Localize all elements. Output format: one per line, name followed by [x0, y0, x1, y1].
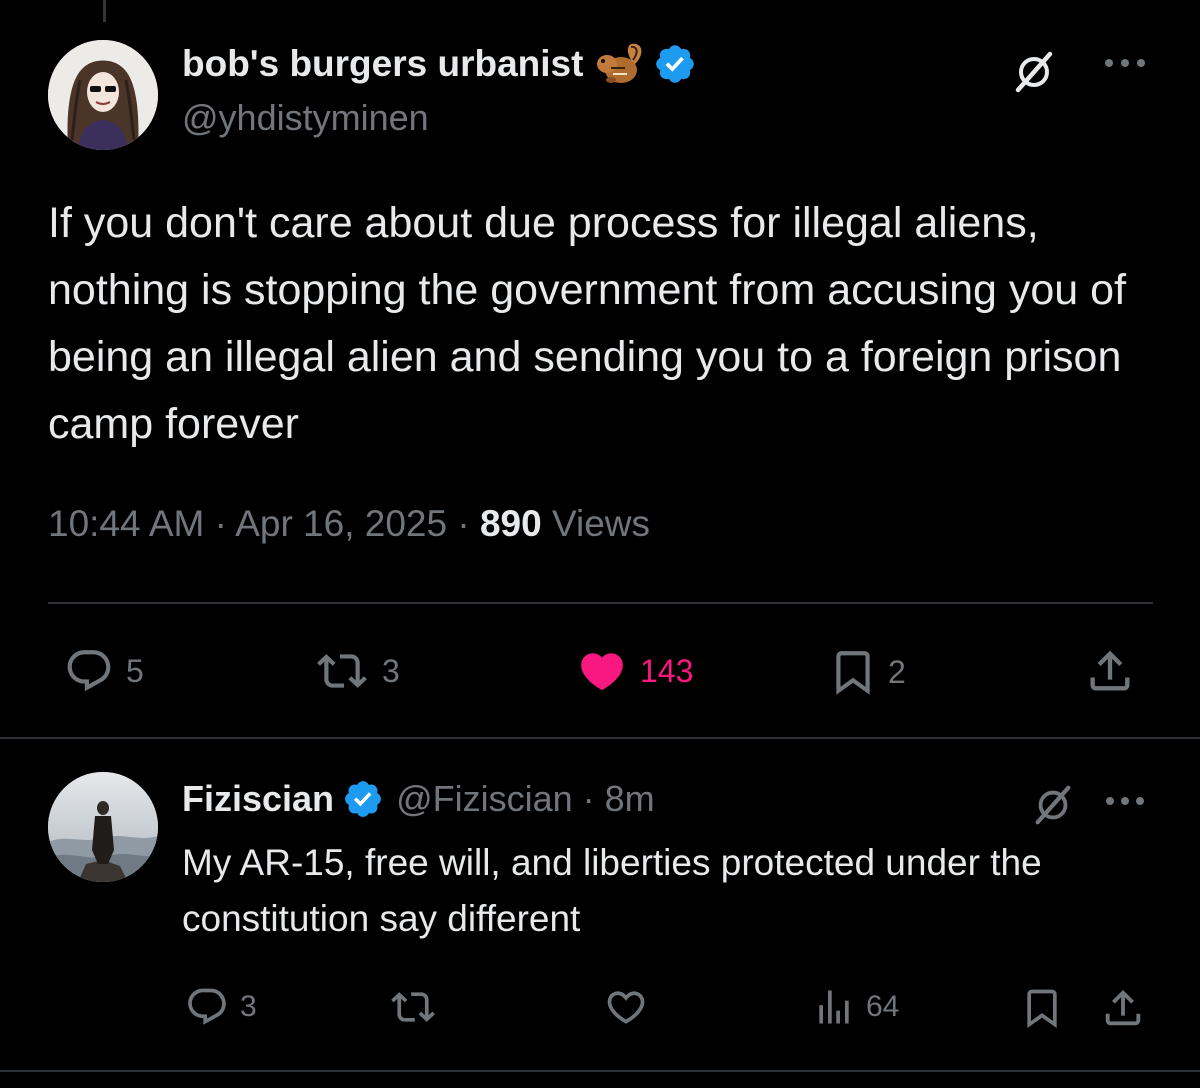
heart-icon: [607, 991, 645, 1024]
author-avatar[interactable]: [48, 40, 158, 150]
tweet-time[interactable]: 10:44 AM: [48, 503, 204, 544]
analytics-icon: [819, 990, 849, 1024]
thread-connector-line: [103, 0, 106, 22]
views-count: 64: [866, 990, 900, 1023]
author-name[interactable]: bob's burgers urbanist: [182, 40, 697, 88]
reply-count: 3: [240, 990, 257, 1023]
like-button[interactable]: 143: [574, 646, 693, 696]
share-icon: [1090, 650, 1130, 691]
divider: [0, 1070, 1200, 1072]
reply-count: 5: [126, 652, 144, 689]
bookmark-button[interactable]: 2: [828, 646, 906, 698]
repost-icon: [391, 992, 435, 1022]
divider: [48, 602, 1153, 604]
bookmark-icon: [836, 651, 870, 695]
reply-author-handle[interactable]: @Fiziscian: [396, 778, 573, 820]
bookmark-icon: [1027, 989, 1057, 1029]
author-name-text[interactable]: bob's burgers urbanist: [182, 43, 583, 85]
share-button[interactable]: [1084, 644, 1136, 698]
reply-icon: [67, 650, 111, 692]
more-options-icon[interactable]: [1102, 787, 1148, 815]
reply-author-name[interactable]: Fiziscian: [182, 778, 334, 820]
reply-text: My AR-15, free will, and liberties prote…: [182, 842, 1042, 939]
views-button[interactable]: 64: [812, 985, 899, 1029]
reply-icon: [188, 988, 226, 1025]
reply-button[interactable]: 3: [184, 985, 257, 1029]
bookmark-count: 2: [888, 653, 906, 690]
repost-icon: [317, 654, 367, 688]
meta-separator: ·: [457, 503, 470, 544]
reply-author-avatar[interactable]: [48, 772, 158, 882]
views-label[interactable]: Views: [552, 503, 650, 544]
grok-icon[interactable]: [1030, 782, 1076, 828]
reply-header: Fiziscian @Fiziscian · 8m: [182, 778, 655, 820]
chipmunk-emoji-icon: [597, 43, 642, 83]
author-handle[interactable]: @yhdistyminen: [182, 97, 429, 139]
views-count[interactable]: 890: [480, 503, 542, 544]
grok-icon[interactable]: [1010, 48, 1058, 96]
share-button[interactable]: [1100, 984, 1146, 1032]
verified-badge-icon[interactable]: [342, 778, 384, 820]
reply-timestamp[interactable]: 8m: [605, 778, 655, 820]
divider: [0, 737, 1200, 739]
tweet-date[interactable]: Apr 16, 2025: [235, 503, 447, 544]
repost-button[interactable]: 3: [312, 646, 400, 696]
reply-separator: ·: [582, 778, 595, 819]
verified-badge-icon[interactable]: [653, 42, 697, 86]
like-count: 143: [640, 652, 694, 689]
tweet-meta: 10:44 AM · Apr 16, 2025 · 890 Views: [48, 503, 650, 545]
reply-button[interactable]: 5: [62, 646, 144, 696]
tweet-text: If you don't care about due process for …: [48, 199, 1127, 448]
repost-count: 3: [382, 652, 400, 689]
repost-button[interactable]: [386, 985, 440, 1029]
bookmark-button[interactable]: [1020, 985, 1064, 1031]
share-icon: [1105, 989, 1141, 1026]
meta-separator: ·: [214, 503, 227, 544]
heart-filled-icon: [581, 653, 623, 691]
more-options-icon[interactable]: [1100, 48, 1150, 78]
like-button[interactable]: [602, 985, 650, 1029]
